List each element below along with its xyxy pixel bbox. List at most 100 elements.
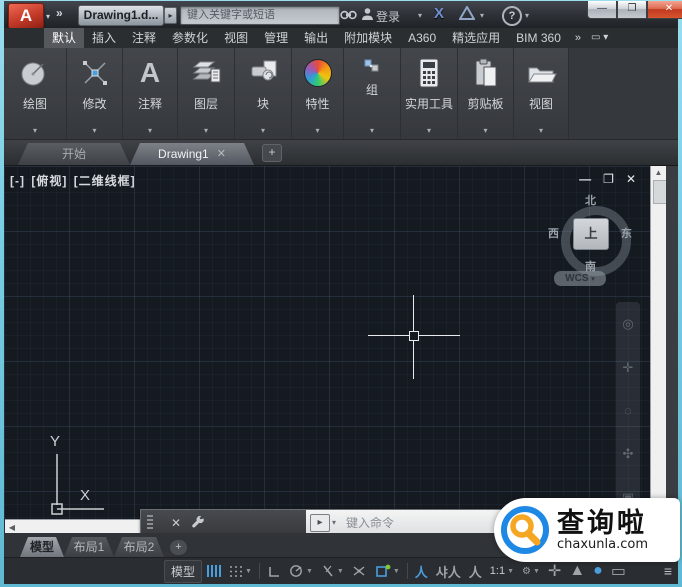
app-menu-caret-icon[interactable]: ▾	[46, 12, 50, 21]
polar-tracking-toggle[interactable]: ▼	[285, 561, 317, 581]
signin-button[interactable]: 登录	[376, 8, 400, 25]
wcs-dropdown[interactable]: WCS ▾	[554, 271, 606, 286]
quick-access-overflow-icon[interactable]: »	[56, 6, 63, 20]
title-expand-button[interactable]: ▸	[164, 7, 177, 24]
panel-draw[interactable]: 绘图 ▾	[4, 48, 67, 139]
infocenter-search-input[interactable]: 键入关键字或短语	[180, 6, 340, 25]
help-icon[interactable]: ?	[502, 6, 522, 26]
zoom-icon[interactable]: ◌	[624, 403, 632, 418]
viewport-view-control[interactable]: [俯视]	[31, 174, 67, 188]
new-layout-icon[interactable]: +	[170, 540, 187, 555]
tab-layout2[interactable]: 布局2	[114, 537, 164, 557]
close-button[interactable]: ✕	[647, 1, 682, 19]
viewcube-east[interactable]: 东	[621, 225, 632, 241]
isodraft-toggle[interactable]: ▼	[317, 561, 348, 581]
ribbon-tabs-overflow-icon[interactable]: »	[569, 28, 587, 48]
recent-commands-caret-icon[interactable]: ▾	[332, 518, 336, 527]
pan-icon[interactable]: ✛	[623, 360, 634, 376]
ribbon-tab-parametric[interactable]: 参数化	[164, 28, 216, 48]
exchange-apps-icon[interactable]: X	[434, 5, 444, 22]
panel-groups[interactable]: 组 ▾	[344, 48, 401, 139]
panel-expand-icon[interactable]: ▾	[370, 126, 374, 135]
panel-expand-icon[interactable]: ▾	[92, 126, 96, 135]
modify-icon[interactable]	[81, 51, 109, 95]
orbit-icon[interactable]: ✣	[623, 446, 634, 462]
file-tab-start[interactable]: 开始	[18, 143, 130, 165]
object-snap-toggle[interactable]: ▼	[371, 561, 404, 581]
object-snap-tracking-toggle[interactable]	[348, 561, 371, 581]
search-icon[interactable]	[340, 7, 357, 24]
panel-expand-icon[interactable]: ▾	[315, 126, 319, 135]
statusbar-model-button[interactable]: 模型	[164, 560, 202, 583]
annotation-visibility-toggle[interactable]: 人	[411, 561, 432, 581]
panel-clipboard[interactable]: 剪贴板 ▾	[458, 48, 514, 139]
scroll-left-icon[interactable]: ◀	[7, 523, 17, 532]
ribbon-display-toggle-icon[interactable]: ▭ ▾	[587, 28, 612, 48]
viewcube-north[interactable]: 北	[585, 192, 596, 208]
ribbon-tab-insert[interactable]: 插入	[84, 28, 124, 48]
drawing-viewport[interactable]: [-] [俯视] [二维线框] — ❐ ✕ 北 西 东 南 上 WCS ▾	[4, 166, 650, 533]
autoscale-toggle[interactable]: 샤人	[432, 561, 465, 581]
annotation-scale-icon[interactable]: 人	[465, 561, 486, 581]
tab-layout1[interactable]: 布局1	[64, 537, 114, 557]
viewport-visualstyle-control[interactable]: [二维线框]	[74, 174, 136, 188]
maximize-button[interactable]: ❐	[617, 1, 647, 19]
signin-caret-icon[interactable]: ▾	[418, 11, 422, 20]
vertical-scrollbar[interactable]: ▲ ▼	[650, 166, 666, 533]
grid-display-toggle[interactable]	[202, 561, 225, 581]
a360-caret-icon[interactable]: ▾	[480, 11, 484, 20]
file-tab-drawing1[interactable]: Drawing1 ✕	[130, 143, 254, 165]
calculator-icon[interactable]	[417, 51, 441, 95]
customize-menu-icon[interactable]: ≡	[664, 563, 672, 579]
block-icon[interactable]	[247, 51, 279, 95]
command-prompt-icon[interactable]: ▸	[310, 514, 330, 532]
viewport-restore-icon[interactable]: ❐	[603, 172, 614, 186]
file-tab-close-icon[interactable]: ✕	[217, 143, 226, 165]
wcs-caret-icon[interactable]: ▾	[591, 276, 595, 283]
polar-caret-icon[interactable]: ▼	[306, 568, 313, 575]
panel-modify[interactable]: 修改 ▾	[67, 48, 123, 139]
clipboard-icon[interactable]	[473, 51, 499, 95]
snap-mode-toggle[interactable]: ▼	[225, 561, 256, 581]
panel-expand-icon[interactable]: ▾	[33, 126, 37, 135]
panel-annotate[interactable]: A 注释 ▾	[123, 48, 178, 139]
ribbon-tab-output[interactable]: 输出	[296, 28, 336, 48]
ribbon-tab-bim360[interactable]: BIM 360	[508, 28, 569, 48]
annotation-scale-control[interactable]: 1:1 ▼	[486, 561, 518, 581]
panel-properties[interactable]: 特性 ▾	[292, 48, 344, 139]
panel-expand-icon[interactable]: ▾	[539, 126, 543, 135]
ribbon-tab-featured[interactable]: 精选应用	[444, 28, 508, 48]
color-wheel-icon[interactable]	[304, 59, 332, 87]
drag-grip-icon[interactable]	[147, 515, 153, 531]
layers-icon[interactable]	[190, 51, 222, 95]
viewport-control-menu[interactable]: [-]	[10, 174, 25, 188]
viewcube[interactable]: 北 西 东 南 上	[548, 194, 634, 278]
panel-utilities[interactable]: 实用工具 ▾	[401, 48, 458, 139]
annotate-icon[interactable]: A	[140, 59, 160, 87]
panel-block[interactable]: 块 ▾	[235, 48, 292, 139]
vertical-scroll-thumb[interactable]	[653, 180, 667, 204]
app-menu-button[interactable]: A	[8, 3, 44, 29]
units-icon[interactable]: ▲	[565, 561, 589, 581]
ribbon-tab-annotate[interactable]: 注释	[124, 28, 164, 48]
panel-expand-icon[interactable]: ▾	[427, 126, 431, 135]
tab-model[interactable]: 模型	[20, 537, 64, 557]
full-navigation-wheel-icon[interactable]: ◎	[622, 316, 633, 332]
customize-wrench-icon[interactable]	[191, 515, 206, 530]
viewport-minimize-icon[interactable]: —	[579, 172, 591, 186]
view-icon[interactable]	[525, 51, 557, 95]
isodraft-caret-icon[interactable]: ▼	[337, 568, 344, 575]
ribbon-tab-a360[interactable]: A360	[400, 28, 444, 48]
ribbon-tab-view[interactable]: 视图	[216, 28, 256, 48]
ribbon-tab-addins[interactable]: 附加模块	[336, 28, 400, 48]
help-caret-icon[interactable]: ▾	[525, 11, 529, 20]
viewport-close-icon[interactable]: ✕	[626, 172, 636, 186]
panel-expand-icon[interactable]: ▾	[483, 126, 487, 135]
a360-icon[interactable]	[459, 6, 475, 23]
minimize-button[interactable]: —	[587, 1, 617, 19]
ribbon-tab-home[interactable]: 默认	[44, 28, 84, 48]
panel-expand-icon[interactable]: ▾	[148, 126, 152, 135]
viewcube-west[interactable]: 西	[548, 225, 559, 241]
ribbon-tab-manage[interactable]: 管理	[256, 28, 296, 48]
snap-caret-icon[interactable]: ▼	[245, 568, 252, 575]
